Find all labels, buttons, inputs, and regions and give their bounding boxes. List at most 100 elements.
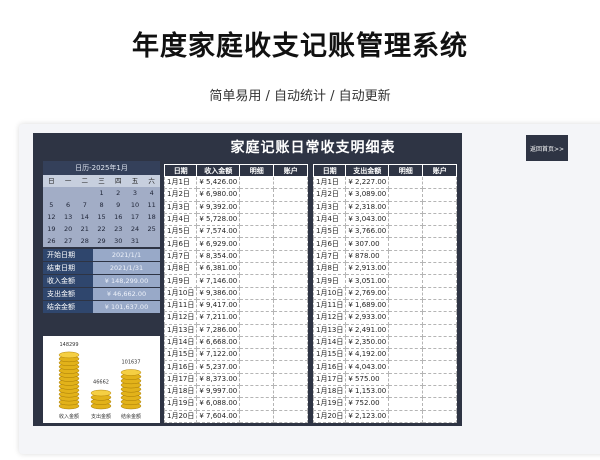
calendar-day[interactable]: 12: [43, 211, 60, 223]
detail-cell[interactable]: [239, 409, 275, 423]
calendar-day[interactable]: 7: [76, 199, 93, 211]
detail-cell[interactable]: [239, 298, 275, 313]
detail-cell[interactable]: [239, 262, 275, 276]
calendar-day[interactable]: 13: [60, 211, 77, 223]
date-cell[interactable]: 1月18日: [163, 385, 198, 399]
amount-cell[interactable]: ¥ 6,668.00: [196, 335, 241, 350]
date-cell[interactable]: 1月1日: [163, 175, 198, 190]
account-cell[interactable]: [273, 372, 309, 387]
amount-cell[interactable]: ¥ 7,604.00: [196, 409, 241, 423]
amount-cell[interactable]: ¥ 7,146.00: [196, 274, 241, 288]
date-cell[interactable]: 1月4日: [312, 212, 347, 227]
calendar-day[interactable]: 11: [143, 199, 160, 211]
detail-cell[interactable]: [388, 385, 424, 399]
date-cell[interactable]: 1月9日: [312, 274, 347, 288]
amount-cell[interactable]: ¥ 1,153.00: [345, 385, 390, 399]
calendar-day[interactable]: 1: [93, 187, 110, 199]
date-cell[interactable]: 1月12日: [312, 311, 347, 325]
date-cell[interactable]: 1月20日: [163, 409, 198, 423]
detail-cell[interactable]: [388, 225, 424, 239]
account-cell[interactable]: [273, 286, 309, 300]
calendar-day[interactable]: 27: [60, 235, 77, 247]
date-cell[interactable]: 1月14日: [163, 335, 198, 350]
amount-cell[interactable]: ¥ 2,913.00: [345, 262, 390, 276]
amount-cell[interactable]: ¥ 2,227.00: [345, 175, 390, 190]
amount-cell[interactable]: ¥ 2,318.00: [345, 200, 390, 214]
detail-cell[interactable]: [239, 385, 275, 399]
amount-cell[interactable]: ¥ 575.00: [345, 372, 390, 387]
amount-cell[interactable]: ¥ 7,286.00: [196, 323, 241, 337]
amount-cell[interactable]: ¥ 7,574.00: [196, 225, 241, 239]
calendar-day[interactable]: 4: [143, 187, 160, 199]
amount-cell[interactable]: ¥ 2,933.00: [345, 311, 390, 325]
amount-cell[interactable]: ¥ 2,350.00: [345, 335, 390, 350]
calendar-day[interactable]: [76, 187, 93, 199]
account-cell[interactable]: [273, 262, 309, 276]
detail-cell[interactable]: [388, 286, 424, 300]
account-cell[interactable]: [422, 409, 458, 423]
amount-cell[interactable]: ¥ 752.00: [345, 397, 390, 411]
calendar-day[interactable]: 29: [93, 235, 110, 247]
detail-cell[interactable]: [239, 175, 275, 190]
detail-cell[interactable]: [239, 286, 275, 300]
date-cell[interactable]: 1月4日: [163, 212, 198, 227]
detail-cell[interactable]: [388, 311, 424, 325]
detail-cell[interactable]: [239, 200, 275, 214]
account-cell[interactable]: [273, 274, 309, 288]
calendar-day[interactable]: 16: [110, 211, 127, 223]
date-cell[interactable]: 1月6日: [312, 237, 347, 251]
detail-cell[interactable]: [388, 249, 424, 264]
account-cell[interactable]: [422, 323, 458, 337]
calendar-day[interactable]: 2: [110, 187, 127, 199]
date-cell[interactable]: 1月7日: [312, 249, 347, 264]
calendar-day[interactable]: 15: [93, 211, 110, 223]
account-cell[interactable]: [422, 225, 458, 239]
detail-cell[interactable]: [388, 274, 424, 288]
date-cell[interactable]: 1月18日: [312, 385, 347, 399]
date-cell[interactable]: 1月17日: [163, 372, 198, 387]
date-cell[interactable]: 1月10日: [163, 286, 198, 300]
date-cell[interactable]: 1月14日: [312, 335, 347, 350]
date-cell[interactable]: 1月8日: [312, 262, 347, 276]
detail-cell[interactable]: [239, 249, 275, 264]
amount-cell[interactable]: ¥ 9,386.00: [196, 286, 241, 300]
account-cell[interactable]: [273, 212, 309, 227]
calendar-day[interactable]: [60, 187, 77, 199]
date-cell[interactable]: 1月16日: [163, 360, 198, 374]
account-cell[interactable]: [273, 385, 309, 399]
detail-cell[interactable]: [388, 397, 424, 411]
account-cell[interactable]: [422, 397, 458, 411]
detail-cell[interactable]: [239, 348, 275, 362]
date-cell[interactable]: 1月13日: [312, 323, 347, 337]
calendar-day[interactable]: 22: [93, 223, 110, 235]
calendar-day[interactable]: 26: [43, 235, 60, 247]
amount-cell[interactable]: ¥ 307.00: [345, 237, 390, 251]
back-button[interactable]: 返回首页>>: [526, 135, 568, 161]
calendar-day[interactable]: 14: [76, 211, 93, 223]
account-cell[interactable]: [422, 175, 458, 190]
date-cell[interactable]: 1月20日: [312, 409, 347, 423]
date-cell[interactable]: 1月12日: [163, 311, 198, 325]
detail-cell[interactable]: [388, 237, 424, 251]
detail-cell[interactable]: [239, 360, 275, 374]
amount-cell[interactable]: ¥ 5,728.00: [196, 212, 241, 227]
account-cell[interactable]: [273, 249, 309, 264]
detail-cell[interactable]: [388, 200, 424, 214]
calendar-day[interactable]: 6: [60, 199, 77, 211]
date-cell[interactable]: 1月10日: [312, 286, 347, 300]
date-cell[interactable]: 1月7日: [163, 249, 198, 264]
detail-cell[interactable]: [388, 262, 424, 276]
calendar-day[interactable]: 25: [143, 223, 160, 235]
amount-cell[interactable]: ¥ 1,689.00: [345, 298, 390, 313]
account-cell[interactable]: [422, 249, 458, 264]
detail-cell[interactable]: [239, 335, 275, 350]
detail-cell[interactable]: [239, 311, 275, 325]
account-cell[interactable]: [273, 397, 309, 411]
calendar-day[interactable]: [143, 235, 160, 247]
account-cell[interactable]: [273, 409, 309, 423]
date-cell[interactable]: 1月15日: [163, 348, 198, 362]
account-cell[interactable]: [273, 225, 309, 239]
detail-cell[interactable]: [239, 323, 275, 337]
amount-cell[interactable]: ¥ 6,381.00: [196, 262, 241, 276]
account-cell[interactable]: [273, 323, 309, 337]
